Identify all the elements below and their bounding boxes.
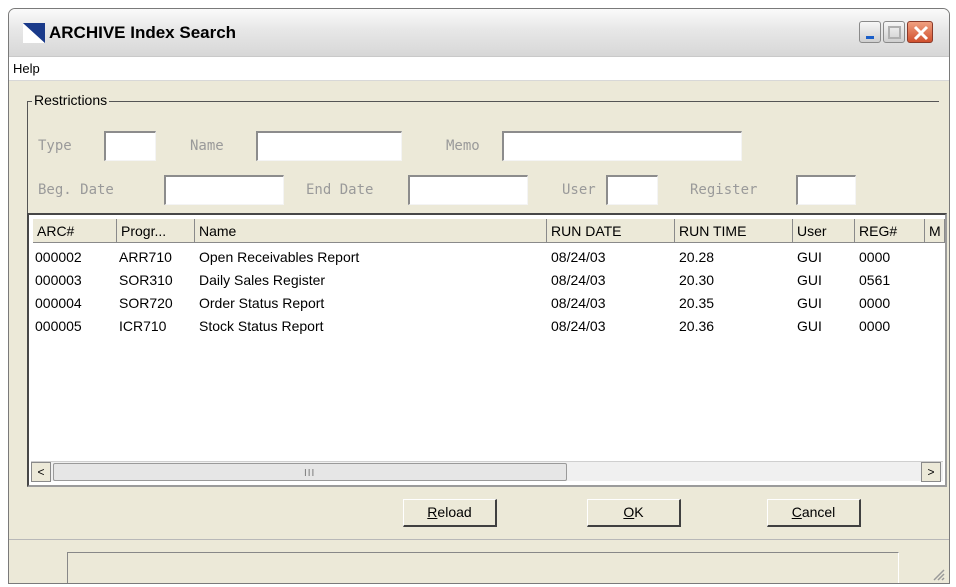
status-bar xyxy=(9,539,949,583)
cell-reg: 0561 xyxy=(859,272,891,288)
end-date-label: End Date xyxy=(306,182,374,198)
menu-bar: Help xyxy=(9,57,949,81)
cell-run-date: 08/24/03 xyxy=(551,249,606,265)
cell-run-time: 20.36 xyxy=(679,318,715,334)
cell-run-date: 08/24/03 xyxy=(551,318,606,334)
type-field[interactable] xyxy=(104,131,156,161)
beg-date-field[interactable] xyxy=(164,175,284,205)
maximize-icon xyxy=(888,26,901,39)
scroll-thumb[interactable]: III xyxy=(53,463,567,481)
close-button[interactable] xyxy=(907,21,933,43)
user-label: User xyxy=(562,182,596,198)
register-field[interactable] xyxy=(796,175,856,205)
cell-program: ARR710 xyxy=(119,249,172,265)
close-icon xyxy=(913,25,929,41)
memo-field[interactable] xyxy=(502,131,742,161)
scroll-grip-icon: III xyxy=(304,468,316,479)
scroll-left-button[interactable]: < xyxy=(31,462,51,482)
cell-run-time: 20.30 xyxy=(679,272,715,288)
cell-program: SOR720 xyxy=(119,295,173,311)
cell-name: Open Receivables Report xyxy=(199,249,360,265)
cell-run-time: 20.35 xyxy=(679,295,715,311)
chevron-left-icon: < xyxy=(37,465,45,479)
cell-user: GUI xyxy=(797,272,822,288)
cell-program: ICR710 xyxy=(119,318,167,334)
column-header-run-time[interactable]: RUN TIME xyxy=(675,219,793,243)
ok-label: K xyxy=(634,504,644,520)
cell-arc: 000003 xyxy=(35,272,82,288)
cell-run-date: 08/24/03 xyxy=(551,295,606,311)
cell-run-date: 08/24/03 xyxy=(551,272,606,288)
cell-reg: 0000 xyxy=(859,295,891,311)
cell-arc: 000005 xyxy=(35,318,82,334)
register-label: Register xyxy=(690,182,758,198)
reload-label: eload xyxy=(437,504,472,520)
beg-date-label: Beg. Date xyxy=(38,182,114,198)
cell-reg: 0000 xyxy=(859,249,891,265)
cell-program: SOR310 xyxy=(119,272,173,288)
column-header-memo-truncated[interactable]: M xyxy=(925,219,945,243)
cell-user: GUI xyxy=(797,249,822,265)
name-field[interactable] xyxy=(256,131,402,161)
scroll-right-button[interactable]: > xyxy=(921,462,941,482)
cancel-button[interactable]: Cancel xyxy=(767,499,861,527)
chevron-right-icon: > xyxy=(927,465,935,479)
cancel-label: ancel xyxy=(801,504,836,520)
archive-index-search-window: ARCHIVE Index Search Help Restrictions T… xyxy=(8,8,950,584)
reload-button[interactable]: Reload xyxy=(403,499,497,527)
horizontal-scrollbar[interactable]: < III > xyxy=(31,461,943,482)
minimize-icon xyxy=(866,36,874,39)
resize-grip-icon[interactable] xyxy=(931,567,945,581)
title-bar[interactable]: ARCHIVE Index Search xyxy=(9,9,949,57)
memo-label: Memo xyxy=(446,138,480,154)
column-header-reg[interactable]: REG# xyxy=(855,219,925,243)
app-triangle-icon xyxy=(23,23,45,43)
type-label: Type xyxy=(38,138,72,154)
minimize-button[interactable] xyxy=(859,21,881,43)
cell-name: Order Status Report xyxy=(199,295,325,311)
ok-accelerator: O xyxy=(623,504,635,520)
end-date-field[interactable] xyxy=(408,175,528,205)
column-header-arc[interactable]: ARC# xyxy=(33,219,117,243)
reload-accelerator: R xyxy=(427,504,438,520)
column-header-run-date[interactable]: RUN DATE xyxy=(547,219,675,243)
window-title: ARCHIVE Index Search xyxy=(49,23,237,42)
user-field[interactable] xyxy=(606,175,658,205)
maximize-button[interactable] xyxy=(883,21,905,43)
status-text xyxy=(67,552,899,583)
cell-name: Daily Sales Register xyxy=(199,272,326,288)
cell-reg: 0000 xyxy=(859,318,891,334)
cell-name: Stock Status Report xyxy=(199,318,324,334)
cell-user: GUI xyxy=(797,318,822,334)
restrictions-legend: Restrictions xyxy=(32,92,110,108)
cell-arc: 000002 xyxy=(35,249,82,265)
column-header-user[interactable]: User xyxy=(793,219,855,243)
archive-results-table[interactable]: ARC# Progr... Name RUN DATE RUN TIME Use… xyxy=(27,213,947,487)
ok-button[interactable]: OK xyxy=(587,499,681,527)
restrictions-group: Restrictions Type Name Memo Beg. Date En… xyxy=(27,92,939,213)
cancel-accelerator: C xyxy=(791,504,802,520)
column-header-program[interactable]: Progr... xyxy=(117,219,195,243)
column-header-name[interactable]: Name xyxy=(195,219,547,243)
menu-help[interactable]: Help xyxy=(13,61,40,76)
cell-arc: 000004 xyxy=(35,295,82,311)
cell-run-time: 20.28 xyxy=(679,249,715,265)
name-label: Name xyxy=(190,138,224,154)
cell-user: GUI xyxy=(797,295,822,311)
